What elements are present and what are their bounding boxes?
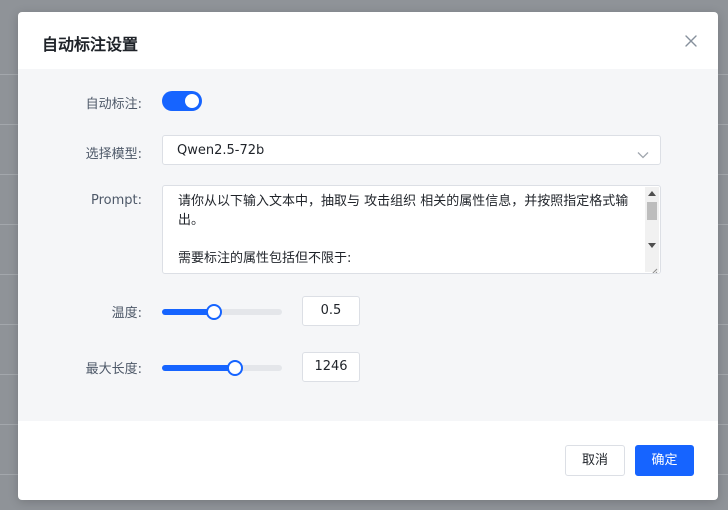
resize-grip-icon[interactable] [649, 262, 658, 273]
max-length-label: 最大长度: [85, 362, 142, 377]
auto-label-label: 自动标注: [85, 97, 142, 112]
temperature-input[interactable]: 0.5 [302, 296, 360, 326]
auto-label-settings-dialog: 自动标注设置 自动标注: 选择模型: Qwen2.5-72b Prompt: 请… [18, 12, 718, 500]
confirm-button[interactable]: 确定 [635, 445, 694, 476]
temperature-slider[interactable] [162, 304, 282, 320]
auto-label-toggle[interactable] [162, 91, 202, 111]
cancel-button[interactable]: 取消 [565, 445, 625, 476]
close-icon[interactable] [682, 32, 700, 50]
slider-fill [162, 365, 236, 371]
prompt-scrollbar[interactable] [645, 187, 659, 272]
prompt-text: 请你从以下输入文本中，抽取与 攻击组织 相关的属性信息，并按照指定格式输出。 需… [178, 194, 629, 266]
max-length-slider[interactable] [162, 360, 282, 376]
chevron-down-icon [636, 145, 650, 159]
prompt-label: Prompt: [90, 193, 142, 208]
dialog-title: 自动标注设置 [42, 35, 139, 54]
scroll-down-icon[interactable] [648, 243, 656, 248]
temperature-label: 温度: [111, 306, 142, 321]
toggle-knob [185, 94, 199, 108]
scroll-up-icon[interactable] [648, 191, 656, 196]
model-label: 选择模型: [85, 147, 142, 162]
scroll-thumb[interactable] [647, 202, 657, 220]
model-select[interactable]: Qwen2.5-72b [162, 135, 661, 165]
max-length-input[interactable]: 1246 [302, 352, 360, 382]
prompt-textarea[interactable]: 请你从以下输入文本中，抽取与 攻击组织 相关的属性信息，并按照指定格式输出。 需… [162, 185, 661, 274]
model-select-value: Qwen2.5-72b [177, 143, 265, 158]
slider-handle[interactable] [205, 304, 222, 320]
